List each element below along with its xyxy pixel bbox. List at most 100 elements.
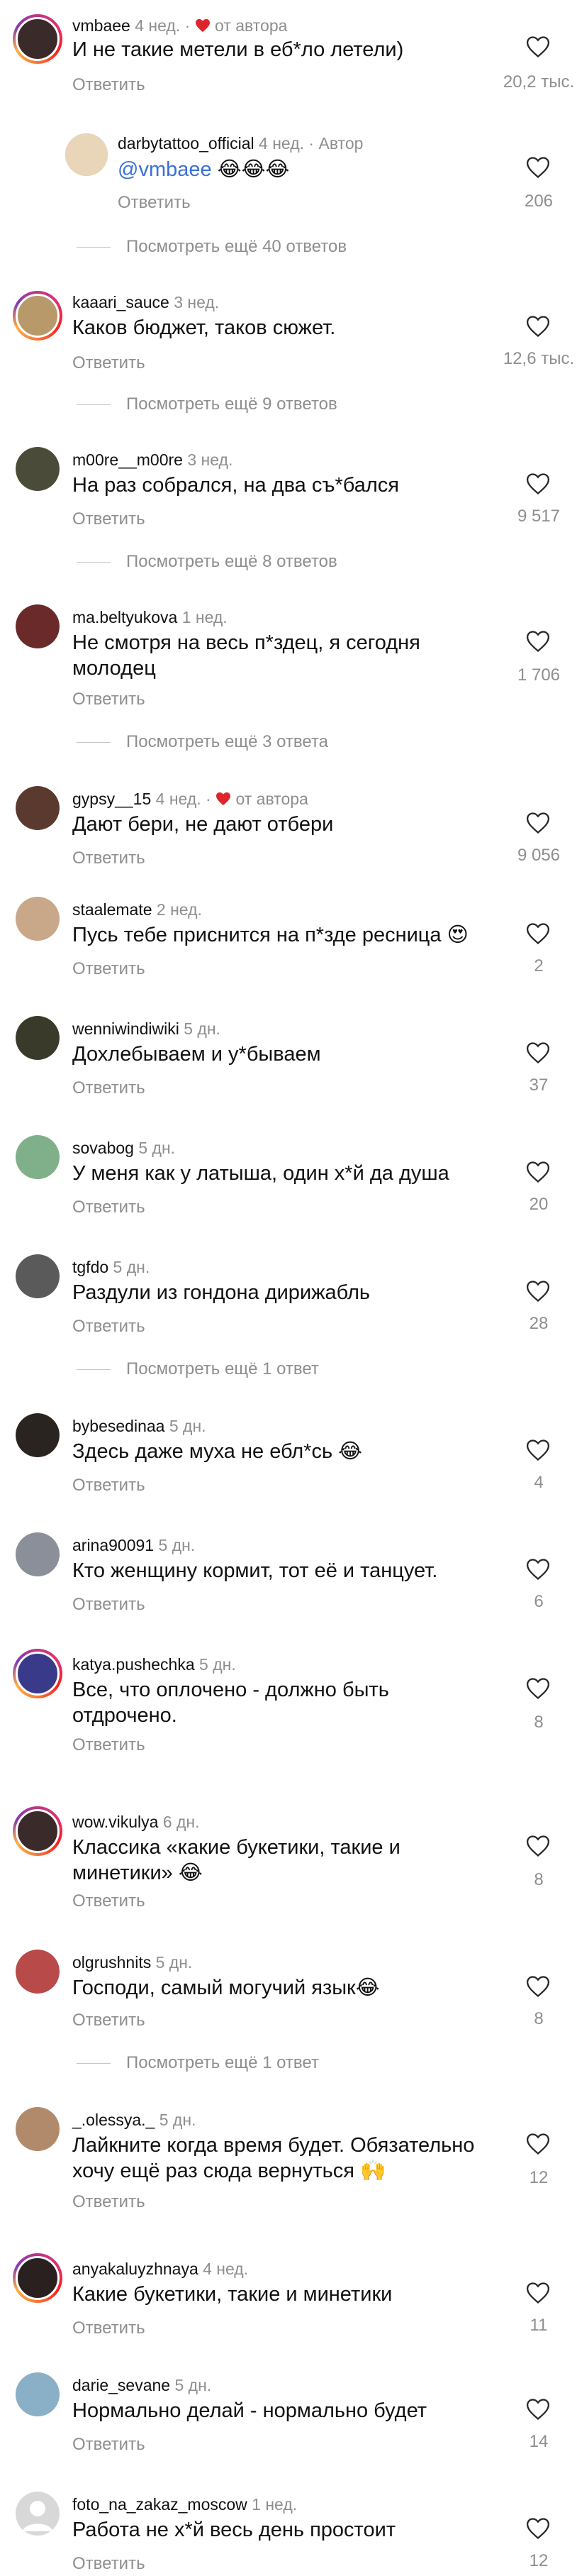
avatar[interactable] (16, 2492, 60, 2536)
comment-text: На раз собрался, на два съ*бался (72, 474, 399, 497)
heart-icon[interactable] (526, 812, 550, 834)
reply-button[interactable]: Ответить (72, 2554, 145, 2574)
view-more-replies[interactable]: Посмотреть ещё 1 ответ (77, 1359, 319, 1379)
username[interactable]: foto_na_zakaz_moscow (72, 2495, 247, 2514)
username[interactable]: bybesedinaa (72, 1417, 164, 1435)
mention-link[interactable]: @vmbaee (118, 158, 212, 181)
username[interactable]: katya.pushechka (72, 1655, 195, 1674)
reply-button[interactable]: Ответить (72, 1198, 145, 1217)
comment-text: У меня как у латыша, один х*й да душа (72, 1162, 449, 1185)
reply-button[interactable]: Ответить (72, 353, 145, 373)
view-more-replies[interactable]: Посмотреть ещё 8 ответов (77, 552, 337, 572)
username[interactable]: wenniwindiwiki (72, 1019, 179, 1038)
username[interactable]: arina90091 (72, 1536, 154, 1554)
reply-button[interactable]: Ответить (72, 2435, 145, 2455)
reply-button[interactable]: Ответить (72, 1476, 145, 1496)
like-count: 8 (534, 2009, 544, 2028)
avatar[interactable] (13, 1806, 62, 1856)
avatar[interactable] (13, 1649, 62, 1698)
username[interactable]: ma.beltyukova (72, 608, 177, 626)
reply-button[interactable]: Ответить (72, 959, 145, 979)
avatar[interactable] (16, 2107, 60, 2151)
avatar[interactable] (16, 1413, 60, 1457)
heart-icon[interactable] (526, 1280, 550, 1303)
avatar[interactable] (16, 2372, 60, 2416)
username[interactable]: anyakaluyzhnaya (72, 2260, 198, 2278)
author-heart-icon (195, 18, 210, 33)
avatar[interactable] (13, 14, 62, 64)
username[interactable]: olgrushnits (72, 1953, 151, 1972)
timestamp: 6 дн. (162, 1813, 200, 1831)
heart-icon[interactable] (526, 1677, 550, 1700)
avatar[interactable] (16, 1254, 60, 1298)
reply-button[interactable]: Ответить (118, 193, 191, 213)
reply-button[interactable]: Ответить (72, 690, 145, 709)
username[interactable]: sovabog (72, 1139, 134, 1157)
reply-button[interactable]: Ответить (72, 2192, 145, 2212)
username[interactable]: gypsy__15 (72, 790, 151, 808)
avatar[interactable] (65, 133, 108, 176)
reply-button[interactable]: Ответить (72, 2011, 145, 2030)
username[interactable]: wow.vikulya (72, 1813, 158, 1831)
reply-button[interactable]: Ответить (72, 509, 145, 529)
heart-icon[interactable] (526, 1439, 550, 1461)
reply-button[interactable]: Ответить (72, 75, 145, 95)
heart-icon[interactable] (526, 2282, 550, 2304)
author-like-label: от автора (235, 790, 308, 808)
heart-icon[interactable] (526, 1558, 550, 1581)
heart-icon[interactable] (526, 630, 550, 653)
heart-icon[interactable] (526, 1041, 550, 1064)
reply-button[interactable]: Ответить (72, 1735, 145, 1755)
heart-icon[interactable] (526, 35, 550, 58)
heart-icon[interactable] (526, 2133, 550, 2155)
like-count: 11 (530, 2316, 548, 2335)
view-more-replies[interactable]: Посмотреть ещё 1 ответ (77, 2053, 319, 2073)
heart-icon[interactable] (526, 315, 550, 338)
heart-icon[interactable] (526, 472, 550, 495)
reply-button[interactable]: Ответить (72, 848, 145, 868)
username[interactable]: vmbaee (72, 16, 130, 35)
username[interactable]: darie_sevane (72, 2376, 170, 2394)
reply-button[interactable]: Ответить (72, 1078, 145, 1098)
like-count: 2 (534, 956, 544, 975)
username[interactable]: _.olessya._ (72, 2111, 155, 2129)
avatar[interactable] (16, 897, 60, 941)
reply-button[interactable]: Ответить (72, 1317, 145, 1337)
view-more-replies[interactable]: Посмотреть ещё 9 ответов (77, 394, 337, 414)
heart-icon[interactable] (526, 1975, 550, 1998)
avatar[interactable] (16, 1950, 60, 1994)
avatar[interactable] (16, 786, 60, 830)
avatar[interactable] (16, 1135, 60, 1179)
username[interactable]: m00re__m00re (72, 450, 183, 469)
heart-icon[interactable] (526, 156, 550, 179)
username[interactable]: staalemate (72, 900, 152, 919)
comment-text: Дают бери, не дают отбери (72, 813, 334, 836)
heart-icon[interactable] (526, 1161, 550, 1183)
avatar[interactable] (16, 1532, 60, 1576)
timestamp: 5 дн. (158, 1536, 196, 1554)
timestamp: 2 нед. (156, 900, 202, 919)
avatar[interactable] (16, 1016, 60, 1060)
avatar[interactable] (13, 2253, 62, 2303)
username[interactable]: darbytattoo_official (118, 134, 254, 153)
like-count: 12 (529, 2551, 549, 2570)
author-like-label: от автора (215, 16, 288, 35)
username[interactable]: kaaari_sauce (72, 293, 169, 311)
avatar[interactable] (16, 604, 60, 648)
username[interactable]: tgfdo (72, 1258, 108, 1276)
view-more-replies[interactable]: Посмотреть ещё 3 ответа (77, 732, 328, 752)
author-badge: Автор (318, 134, 364, 153)
reply-button[interactable]: Ответить (72, 1595, 145, 1615)
like-count: 9 056 (517, 846, 561, 865)
avatar[interactable] (13, 291, 62, 341)
heart-icon[interactable] (526, 922, 550, 945)
reply-button[interactable]: Ответить (72, 1891, 145, 1911)
timestamp: 4 нед. (203, 2260, 249, 2278)
view-more-replies[interactable]: Посмотреть ещё 40 ответов (77, 237, 347, 257)
avatar[interactable] (16, 447, 60, 491)
heart-icon[interactable] (526, 2517, 550, 2540)
like-count: 6 (534, 1592, 544, 1611)
reply-button[interactable]: Ответить (72, 2318, 145, 2338)
heart-icon[interactable] (526, 1835, 550, 1857)
heart-icon[interactable] (526, 2398, 550, 2421)
